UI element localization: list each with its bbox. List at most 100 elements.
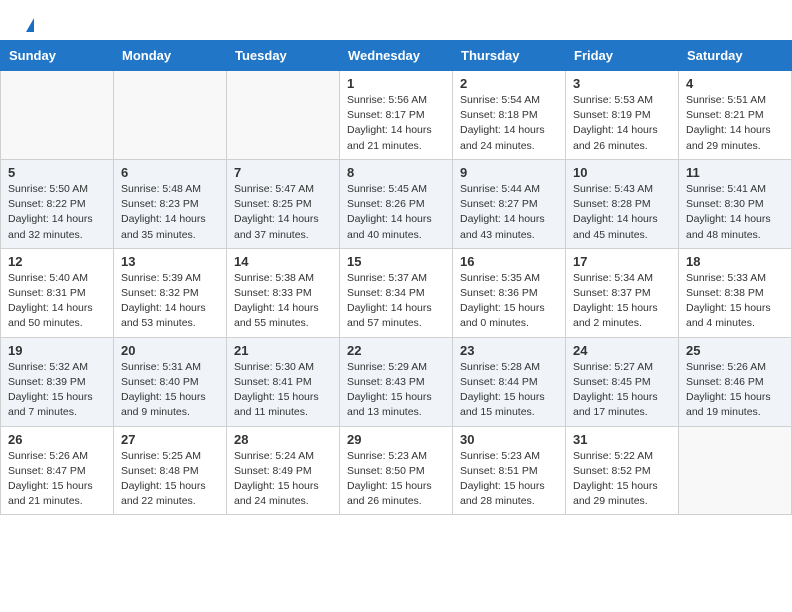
day-info: Sunrise: 5:26 AM Sunset: 8:46 PM Dayligh… bbox=[686, 360, 784, 421]
day-info: Sunrise: 5:28 AM Sunset: 8:44 PM Dayligh… bbox=[460, 360, 558, 421]
calendar-cell: 29Sunrise: 5:23 AM Sunset: 8:50 PM Dayli… bbox=[340, 426, 453, 515]
day-number: 19 bbox=[8, 343, 106, 358]
day-info: Sunrise: 5:43 AM Sunset: 8:28 PM Dayligh… bbox=[573, 182, 671, 243]
day-info: Sunrise: 5:33 AM Sunset: 8:38 PM Dayligh… bbox=[686, 271, 784, 332]
day-header-wednesday: Wednesday bbox=[340, 41, 453, 71]
day-number: 12 bbox=[8, 254, 106, 269]
day-info: Sunrise: 5:25 AM Sunset: 8:48 PM Dayligh… bbox=[121, 449, 219, 510]
day-number: 30 bbox=[460, 432, 558, 447]
day-number: 10 bbox=[573, 165, 671, 180]
day-number: 5 bbox=[8, 165, 106, 180]
calendar-cell: 26 Sunrise: 5:26 AM Sunset: 8:47 PM Dayli… bbox=[1, 426, 114, 515]
calendar-cell: 24 Sunrise: 5:27 AM Sunset: 8:45 PM Dayli… bbox=[566, 337, 679, 426]
calendar-cell: 30 Sunrise: 5:23 AM Sunset: 8:51 PM Dayli… bbox=[453, 426, 566, 515]
day-info: Sunrise: 5:38 AM Sunset: 8:33 PM Dayligh… bbox=[234, 271, 332, 332]
day-number: 14 bbox=[234, 254, 332, 269]
day-number: 3 bbox=[573, 76, 671, 91]
calendar-week-row: 5 Sunrise: 5:50 AM Sunset: 8:22 PM Daylig… bbox=[1, 159, 792, 248]
calendar-cell: 2 Sunrise: 5:54 AM Sunset: 8:18 PM Daylig… bbox=[453, 71, 566, 160]
day-number: 25 bbox=[686, 343, 784, 358]
day-info: Sunrise: 5:35 AM Sunset: 8:36 PM Dayligh… bbox=[460, 271, 558, 332]
day-number: 17 bbox=[573, 254, 671, 269]
day-info: Sunrise: 5:24 AM Sunset: 8:49 PM Dayligh… bbox=[234, 449, 332, 510]
calendar-week-row: 19 Sunrise: 5:32 AM Sunset: 8:39 PM Dayli… bbox=[1, 337, 792, 426]
day-number: 31 bbox=[573, 432, 671, 447]
calendar-cell: 15Sunrise: 5:37 AM Sunset: 8:34 PM Dayli… bbox=[340, 248, 453, 337]
calendar-cell: 21 Sunrise: 5:30 AM Sunset: 8:41 PM Dayli… bbox=[227, 337, 340, 426]
day-info: Sunrise: 5:53 AM Sunset: 8:19 PM Dayligh… bbox=[573, 93, 671, 154]
day-number: 28 bbox=[234, 432, 332, 447]
day-info: Sunrise: 5:48 AM Sunset: 8:23 PM Dayligh… bbox=[121, 182, 219, 243]
calendar-cell bbox=[1, 71, 114, 160]
calendar-cell bbox=[679, 426, 792, 515]
calendar-week-row: 12 Sunrise: 5:40 AM Sunset: 8:31 PM Dayli… bbox=[1, 248, 792, 337]
day-number: 27 bbox=[121, 432, 219, 447]
calendar-cell: 6 Sunrise: 5:48 AM Sunset: 8:23 PM Daylig… bbox=[114, 159, 227, 248]
page-header bbox=[0, 0, 792, 40]
logo-triangle-icon bbox=[26, 18, 34, 32]
day-info: Sunrise: 5:41 AM Sunset: 8:30 PM Dayligh… bbox=[686, 182, 784, 243]
day-header-tuesday: Tuesday bbox=[227, 41, 340, 71]
calendar-cell: 1Sunrise: 5:56 AM Sunset: 8:17 PM Daylig… bbox=[340, 71, 453, 160]
day-number: 2 bbox=[460, 76, 558, 91]
day-info: Sunrise: 5:54 AM Sunset: 8:18 PM Dayligh… bbox=[460, 93, 558, 154]
calendar-cell: 23 Sunrise: 5:28 AM Sunset: 8:44 PM Dayli… bbox=[453, 337, 566, 426]
calendar-cell: 3 Sunrise: 5:53 AM Sunset: 8:19 PM Daylig… bbox=[566, 71, 679, 160]
day-header-thursday: Thursday bbox=[453, 41, 566, 71]
calendar-cell: 9Sunrise: 5:44 AM Sunset: 8:27 PM Daylig… bbox=[453, 159, 566, 248]
calendar-cell: 19 Sunrise: 5:32 AM Sunset: 8:39 PM Dayli… bbox=[1, 337, 114, 426]
calendar-cell bbox=[227, 71, 340, 160]
day-number: 8 bbox=[347, 165, 445, 180]
day-info: Sunrise: 5:26 AM Sunset: 8:47 PM Dayligh… bbox=[8, 449, 106, 510]
calendar-cell bbox=[114, 71, 227, 160]
calendar-cell: 27 Sunrise: 5:25 AM Sunset: 8:48 PM Dayli… bbox=[114, 426, 227, 515]
day-info: Sunrise: 5:31 AM Sunset: 8:40 PM Dayligh… bbox=[121, 360, 219, 421]
day-number: 29 bbox=[347, 432, 445, 447]
day-info: Sunrise: 5:45 AM Sunset: 8:26 PM Dayligh… bbox=[347, 182, 445, 243]
calendar-table: SundayMondayTuesdayWednesdayThursdayFrid… bbox=[0, 40, 792, 515]
day-info: Sunrise: 5:37 AM Sunset: 8:34 PM Dayligh… bbox=[347, 271, 445, 332]
day-info: Sunrise: 5:47 AM Sunset: 8:25 PM Dayligh… bbox=[234, 182, 332, 243]
calendar-week-row: 1Sunrise: 5:56 AM Sunset: 8:17 PM Daylig… bbox=[1, 71, 792, 160]
day-number: 21 bbox=[234, 343, 332, 358]
day-info: Sunrise: 5:27 AM Sunset: 8:45 PM Dayligh… bbox=[573, 360, 671, 421]
day-number: 22 bbox=[347, 343, 445, 358]
calendar-header-row: SundayMondayTuesdayWednesdayThursdayFrid… bbox=[1, 41, 792, 71]
calendar-cell: 22 Sunrise: 5:29 AM Sunset: 8:43 PM Dayli… bbox=[340, 337, 453, 426]
day-info: Sunrise: 5:50 AM Sunset: 8:22 PM Dayligh… bbox=[8, 182, 106, 243]
day-info: Sunrise: 5:30 AM Sunset: 8:41 PM Dayligh… bbox=[234, 360, 332, 421]
calendar-cell: 18Sunrise: 5:33 AM Sunset: 8:38 PM Dayli… bbox=[679, 248, 792, 337]
calendar-cell: 17Sunrise: 5:34 AM Sunset: 8:37 PM Dayli… bbox=[566, 248, 679, 337]
logo bbox=[24, 18, 34, 32]
day-info: Sunrise: 5:22 AM Sunset: 8:52 PM Dayligh… bbox=[573, 449, 671, 510]
calendar-cell: 25 Sunrise: 5:26 AM Sunset: 8:46 PM Dayli… bbox=[679, 337, 792, 426]
calendar-cell: 20 Sunrise: 5:31 AM Sunset: 8:40 PM Dayli… bbox=[114, 337, 227, 426]
day-number: 4 bbox=[686, 76, 784, 91]
day-info: Sunrise: 5:39 AM Sunset: 8:32 PM Dayligh… bbox=[121, 271, 219, 332]
day-number: 26 bbox=[8, 432, 106, 447]
calendar-cell: 5 Sunrise: 5:50 AM Sunset: 8:22 PM Daylig… bbox=[1, 159, 114, 248]
calendar-cell: 31 Sunrise: 5:22 AM Sunset: 8:52 PM Dayli… bbox=[566, 426, 679, 515]
calendar-cell: 12 Sunrise: 5:40 AM Sunset: 8:31 PM Dayli… bbox=[1, 248, 114, 337]
day-number: 6 bbox=[121, 165, 219, 180]
day-header-friday: Friday bbox=[566, 41, 679, 71]
calendar-cell: 16Sunrise: 5:35 AM Sunset: 8:36 PM Dayli… bbox=[453, 248, 566, 337]
calendar-cell: 11Sunrise: 5:41 AM Sunset: 8:30 PM Dayli… bbox=[679, 159, 792, 248]
day-header-monday: Monday bbox=[114, 41, 227, 71]
day-number: 23 bbox=[460, 343, 558, 358]
day-info: Sunrise: 5:32 AM Sunset: 8:39 PM Dayligh… bbox=[8, 360, 106, 421]
day-info: Sunrise: 5:56 AM Sunset: 8:17 PM Dayligh… bbox=[347, 93, 445, 154]
calendar-cell: 8 Sunrise: 5:45 AM Sunset: 8:26 PM Daylig… bbox=[340, 159, 453, 248]
day-number: 20 bbox=[121, 343, 219, 358]
day-info: Sunrise: 5:40 AM Sunset: 8:31 PM Dayligh… bbox=[8, 271, 106, 332]
day-info: Sunrise: 5:29 AM Sunset: 8:43 PM Dayligh… bbox=[347, 360, 445, 421]
calendar-cell: 13 Sunrise: 5:39 AM Sunset: 8:32 PM Dayli… bbox=[114, 248, 227, 337]
day-header-saturday: Saturday bbox=[679, 41, 792, 71]
day-number: 24 bbox=[573, 343, 671, 358]
calendar-cell: 4Sunrise: 5:51 AM Sunset: 8:21 PM Daylig… bbox=[679, 71, 792, 160]
day-info: Sunrise: 5:23 AM Sunset: 8:51 PM Dayligh… bbox=[460, 449, 558, 510]
day-number: 13 bbox=[121, 254, 219, 269]
calendar-cell: 14 Sunrise: 5:38 AM Sunset: 8:33 PM Dayli… bbox=[227, 248, 340, 337]
day-number: 9 bbox=[460, 165, 558, 180]
day-number: 7 bbox=[234, 165, 332, 180]
